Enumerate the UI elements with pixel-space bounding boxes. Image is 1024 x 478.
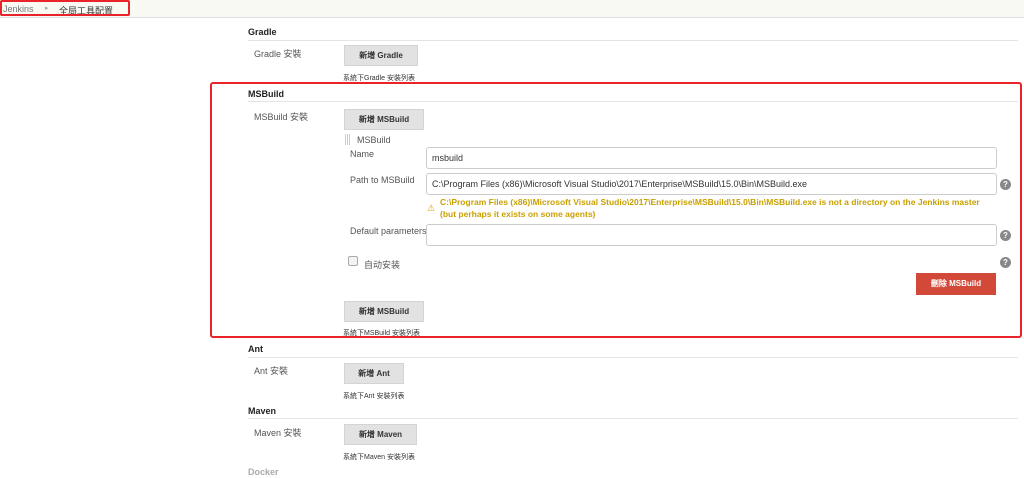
path-label: Path to MSBuild [350,175,415,185]
auto-install-label: 自动安装 [364,260,401,270]
help-icon[interactable]: ? [1000,257,1011,268]
add-msbuild-button-bottom[interactable]: 新增 MSBuild [344,301,424,322]
gradle-label: Gradle 安裝 [254,49,302,59]
add-ant-button[interactable]: 新增 Ant [344,363,404,384]
maven-heading: Maven [248,406,277,416]
gradle-heading: Gradle [248,27,277,37]
ant-label: Ant 安裝 [254,366,289,376]
help-icon[interactable]: ? [1000,230,1011,241]
docker-heading: Docker [248,467,279,477]
warning-icon: ⚠ [427,203,436,213]
path-input[interactable]: C:\Program Files (x86)\Microsoft Visual … [426,173,997,195]
name-label: Name [350,149,375,159]
name-input[interactable]: msbuild [426,147,997,169]
breadcrumb-highlight [0,0,130,16]
msbuild-caption: 系統下MSBuild 安裝列表 [343,330,421,337]
delete-msbuild-button[interactable]: 刪除 MSBuild [916,273,996,295]
breadcrumb-bar [0,0,1024,18]
divider [248,418,1018,419]
maven-label: Maven 安裝 [254,428,302,438]
divider [248,40,1018,41]
add-maven-button[interactable]: 新增 Maven [344,424,417,445]
warning-line-2: (but perhaps it exists on some agents) [440,209,596,219]
msbuild-heading: MSBuild [248,89,284,99]
warning-line-1: C:\Program Files (x86)\Microsoft Visual … [440,197,980,207]
ant-heading: Ant [248,344,263,354]
msbuild-label: MSBuild 安裝 [254,112,309,122]
ant-caption: 系統下Ant 安裝列表 [343,393,405,400]
params-input[interactable] [426,224,997,246]
msbuild-item-title: MSBuild [357,135,391,145]
maven-caption: 系統下Maven 安裝列表 [343,454,415,461]
drag-handle-icon[interactable] [345,134,350,145]
help-icon[interactable]: ? [1000,179,1011,190]
params-label: Default parameters [350,226,427,236]
add-msbuild-button[interactable]: 新增 MSBuild [344,109,424,130]
path-warning: C:\Program Files (x86)\Microsoft Visual … [440,196,980,220]
divider [248,357,1018,358]
auto-install-checkbox[interactable] [348,256,358,266]
divider [248,101,1018,102]
add-gradle-button[interactable]: 新增 Gradle [344,45,418,66]
